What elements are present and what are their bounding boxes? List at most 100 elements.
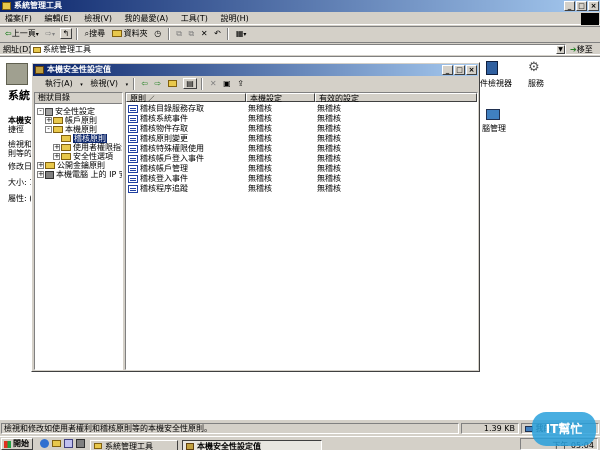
tree-item-public-key-policies[interactable]: + 公開金鑰原則 <box>37 161 105 170</box>
main-toolbar: ⇦上一頁▾ ⇨▾ ↰ ⌕搜尋 資料夾 ◷ ⧉ ⧉ ✕ ↶ ▦▾ <box>0 26 600 41</box>
column-header-policy[interactable]: 原則 ／ <box>126 93 246 103</box>
table-row[interactable]: 稽核特殊權限使用 無稽核 無稽核 <box>126 144 477 153</box>
side-title: 系統 <box>8 89 30 102</box>
expand-icon[interactable]: + <box>37 162 44 169</box>
task-button-admin-tools[interactable]: 系統管理工具 <box>90 440 178 450</box>
main-minimize-button[interactable]: _ <box>564 1 575 11</box>
policy-icon <box>128 104 138 113</box>
address-bar: 網址(D) 系統管理工具 ▼ ➔移至 <box>0 42 600 55</box>
show-tree-button[interactable]: ▤ <box>183 78 197 89</box>
menu-tools[interactable]: 工具(T) <box>176 13 213 24</box>
up-folder-button[interactable]: ↰ <box>59 28 72 39</box>
menu-file[interactable]: 檔案(F) <box>0 13 37 24</box>
chevron-down-icon[interactable]: ▾ <box>36 31 39 38</box>
effective-setting: 無稽核 <box>317 134 341 143</box>
folders-button[interactable]: 資料夾 <box>110 27 150 40</box>
table-row[interactable]: 稽核系統事件 無稽核 無稽核 <box>126 114 477 123</box>
menu-edit[interactable]: 編輯(E) <box>39 13 76 24</box>
local-setting: 無稽核 <box>248 104 272 113</box>
quicklaunch-outlook-icon[interactable] <box>64 439 73 448</box>
table-row[interactable]: 稽核目錄服務存取 無稽核 無稽核 <box>126 104 477 113</box>
main-menubar: 檔案(F) 編輯(E) 檢視(V) 我的最愛(A) 工具(T) 說明(H) <box>0 13 600 25</box>
local-setting: 無稽核 <box>248 174 272 183</box>
tree-item-security-settings[interactable]: - 安全性設定 <box>37 107 95 116</box>
table-row[interactable]: 稽核登入事件 無稽核 無稽核 <box>126 174 477 183</box>
collapse-icon[interactable]: - <box>37 108 44 115</box>
menu-favorites[interactable]: 我的最愛(A) <box>120 13 174 24</box>
delete-button[interactable]: ✕ <box>199 27 210 40</box>
event-viewer-item[interactable]: 件檢視器 <box>478 61 518 93</box>
quicklaunch-explorer-icon[interactable] <box>52 440 61 447</box>
side-modified: 修改日 <box>8 162 32 171</box>
local-setting: 無稽核 <box>248 184 272 193</box>
export-list-button[interactable]: ⇪ <box>235 77 246 90</box>
computer-management-item[interactable]: 腦管理 <box>478 109 518 141</box>
policy-back-button[interactable]: ⇦ <box>139 77 150 90</box>
policy-name: 稽核帳戶管理 <box>140 164 188 173</box>
copy-to-button[interactable]: ⧉ <box>187 27 197 40</box>
policy-minimize-button[interactable]: _ <box>442 65 453 75</box>
watermark: IT幫忙 <box>532 412 596 446</box>
main-maximize-button[interactable]: □ <box>576 1 587 11</box>
folder-icon <box>111 30 122 37</box>
table-row[interactable]: 稽核帳戶管理 無稽核 無稽核 <box>126 164 477 173</box>
table-row[interactable]: 稽核物件存取 無稽核 無稽核 <box>126 124 477 133</box>
local-setting: 無稽核 <box>248 154 272 163</box>
menu-help[interactable]: 說明(H) <box>215 13 253 24</box>
table-row[interactable]: 稽核原則變更 無稽核 無稽核 <box>126 134 477 143</box>
policy-delete-button[interactable]: ✕ <box>208 77 219 90</box>
status-size-panel: 1.39 KB <box>461 423 519 434</box>
properties-button[interactable]: ▣ <box>221 77 233 90</box>
tree-item-account-policies[interactable]: + 帳戶原則 <box>45 116 97 125</box>
go-button[interactable]: ➔移至 <box>570 44 593 55</box>
table-row[interactable]: 稽核程序追蹤 無稽核 無稽核 <box>126 184 477 193</box>
undo-button[interactable]: ↶ <box>212 27 223 40</box>
column-header-effective-setting[interactable]: 有效的設定 <box>315 93 477 103</box>
expand-icon[interactable]: + <box>53 144 60 151</box>
expand-icon[interactable]: + <box>45 117 52 124</box>
back-button[interactable]: ⇦上一頁▾ <box>3 27 41 40</box>
quicklaunch-ie-icon[interactable] <box>40 439 49 448</box>
services-item[interactable]: ⚙ 服務 <box>522 61 552 93</box>
expand-icon[interactable]: + <box>37 171 44 178</box>
undo-icon: ↶ <box>214 29 221 38</box>
side-desc-2: 則等的 <box>8 149 32 158</box>
views-button[interactable]: ▦▾ <box>234 27 249 40</box>
policy-icon <box>128 154 138 163</box>
folder-icon <box>61 153 71 160</box>
main-close-button[interactable]: × <box>588 1 599 11</box>
tree-tab[interactable]: 樹狀目錄 <box>35 93 122 104</box>
collapse-icon[interactable]: - <box>45 126 52 133</box>
history-button[interactable]: ◷ <box>152 27 163 40</box>
forward-button[interactable]: ⇨▾ <box>43 27 57 40</box>
quicklaunch-desktop-icon[interactable] <box>76 439 85 448</box>
chevron-down-icon[interactable]: ▾ <box>52 31 55 38</box>
folder-icon <box>61 144 71 151</box>
column-header-local-setting[interactable]: 本機設定 <box>246 93 315 103</box>
tree-item-ip-security[interactable]: + 本機電腦 上的 IP 安 <box>37 170 122 179</box>
move-to-button[interactable]: ⧉ <box>174 27 184 40</box>
menu-view[interactable]: 檢視(V) <box>79 13 117 24</box>
tree-item-user-rights[interactable]: +使用者權限指派 <box>53 143 122 152</box>
start-button[interactable]: 開始 <box>1 438 33 450</box>
chevron-down-icon[interactable]: ▾ <box>243 31 246 38</box>
tree-item-security-options[interactable]: + 安全性選項 <box>53 152 113 161</box>
tree-item-local-policies[interactable]: - 本機原則 <box>45 125 97 134</box>
policy-up-button[interactable] <box>166 77 181 90</box>
policy-icon <box>128 114 138 123</box>
search-button[interactable]: ⌕搜尋 <box>83 27 107 40</box>
tree-item-audit-policy[interactable]: 稽核原則 <box>61 134 107 143</box>
policy-name: 稽核目錄服務存取 <box>140 104 204 113</box>
folder-icon <box>53 117 63 124</box>
policy-forward-button[interactable]: ⇨ <box>152 77 163 90</box>
policy-close-button[interactable]: × <box>466 65 477 75</box>
ip-security-icon <box>45 170 54 179</box>
address-dropdown-button[interactable]: ▼ <box>556 45 565 54</box>
task-button-local-security[interactable]: 本機安全性設定值 <box>182 440 322 450</box>
policy-menu-view[interactable]: 檢視(V) <box>85 78 123 89</box>
policy-maximize-button[interactable]: □ <box>454 65 465 75</box>
expand-icon[interactable]: + <box>53 153 60 160</box>
table-row[interactable]: 稽核帳戶登入事件 無稽核 無稽核 <box>126 154 477 163</box>
policy-menu-action[interactable]: 執行(A) <box>40 78 78 89</box>
address-input[interactable]: 系統管理工具 ▼ <box>30 44 566 55</box>
